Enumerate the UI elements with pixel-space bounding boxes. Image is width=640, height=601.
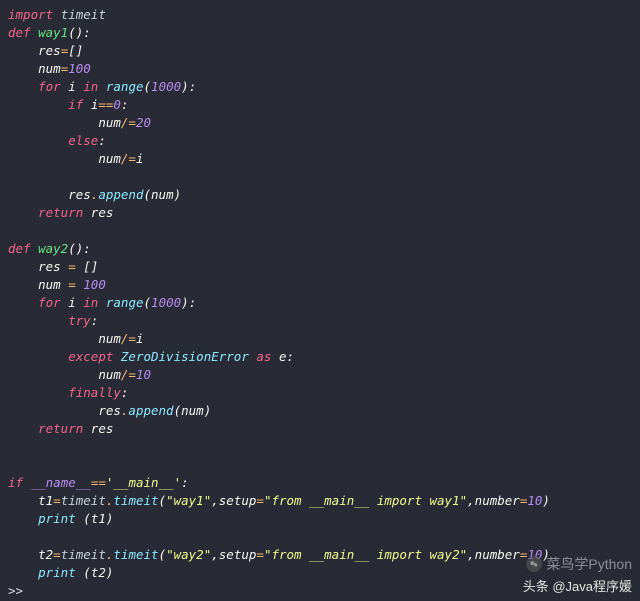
code-line: finally: <box>8 385 128 400</box>
code-line: except ZeroDivisionError as e: <box>8 349 294 364</box>
code-line: return res <box>8 421 113 436</box>
code-line: print (t2) <box>8 565 113 580</box>
code-line: else: <box>8 133 106 148</box>
code-line: for i in range(1000): <box>8 79 196 94</box>
code-line: def way1(): <box>8 25 91 40</box>
code-line <box>8 169 16 184</box>
code-line: import timeit <box>8 7 106 22</box>
code-line <box>8 223 16 238</box>
code-line: num/=20 <box>8 115 151 130</box>
code-line: num = 100 <box>8 277 106 292</box>
code-line: res.append(num) <box>8 187 181 202</box>
code-line <box>8 439 16 454</box>
code-line: t1=timeit.timeit("way1",setup="from __ma… <box>8 493 550 508</box>
code-line: res.append(num) <box>8 403 211 418</box>
code-block: import timeit def way1(): res=[] num=100… <box>0 0 640 601</box>
code-line: return res <box>8 205 113 220</box>
code-line: num/=i <box>8 331 143 346</box>
code-line: num/=i <box>8 151 143 166</box>
code-line: res=[] <box>8 43 83 58</box>
code-line: num=100 <box>8 61 91 76</box>
code-line <box>8 529 16 544</box>
code-line: t2=timeit.timeit("way2",setup="from __ma… <box>8 547 550 562</box>
code-line: for i in range(1000): <box>8 295 196 310</box>
code-line <box>8 457 16 472</box>
code-line: def way2(): <box>8 241 91 256</box>
code-line: res = [] <box>8 259 98 274</box>
code-line: if i==0: <box>8 97 128 112</box>
output-line: >> <box>8 583 23 598</box>
code-line: num/=10 <box>8 367 151 382</box>
code-line: if __name__=='__main__': <box>8 475 189 490</box>
code-line: print (t1) <box>8 511 113 526</box>
code-line: try: <box>8 313 98 328</box>
